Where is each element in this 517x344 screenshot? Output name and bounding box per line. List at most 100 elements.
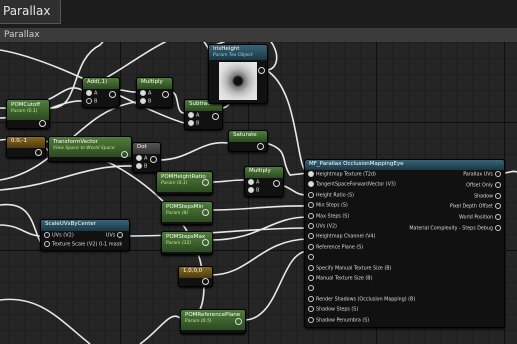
mf-input-pin[interactable]: UVs (V2) (308, 223, 337, 231)
mf-input-pin[interactable]: Render Shadows (Occlusion Mapping) (B) (308, 295, 415, 304)
mf-input-pin[interactable]: Min Steps (S) (308, 202, 348, 210)
wire (210, 179, 245, 183)
node-subtitle: Param Tex Object (213, 53, 253, 58)
pom-steps-max-param-node[interactable]: POMStepsMax Param (32) (161, 231, 213, 255)
output-pin[interactable] (235, 318, 242, 325)
node-title: POMStepsMin (166, 204, 204, 210)
pin-a[interactable]: A (136, 155, 147, 163)
pin-b[interactable]: B (248, 187, 259, 195)
constant-channel-node[interactable]: 1,0,0,0 (178, 266, 213, 287)
wire (502, 170, 517, 174)
tab-bar: Parallax (0, 0, 517, 28)
wire (210, 205, 309, 211)
output-pin[interactable] (109, 91, 116, 98)
wire (139, 315, 181, 344)
output-uvs[interactable]: UVs (106, 232, 125, 240)
output-pin[interactable] (202, 278, 209, 285)
mf-input-pin[interactable]: TangentSpaceForwardVector (V3) (308, 181, 396, 189)
output-pin[interactable] (273, 180, 280, 187)
node-title: 1,0,0,0 (179, 267, 212, 278)
pin-b[interactable]: B (136, 163, 147, 171)
output-pin[interactable] (39, 120, 46, 127)
wire (210, 238, 309, 276)
multiply-node-2[interactable]: Multiply A B (244, 166, 284, 197)
mf-input-pin[interactable]: Heightmap Texture (T2d) (308, 171, 376, 179)
node-subtitle: Param (0.1) (161, 181, 188, 186)
pom-height-ratio-param-node[interactable]: POMHeightRatio Param (0.1) (156, 171, 213, 195)
wire (0, 298, 91, 344)
node-title: Dot (133, 143, 160, 154)
mf-input-pin[interactable]: Shadow Penumbra (S) (308, 316, 369, 325)
mf-output-pin[interactable]: Parallax UVs (463, 171, 501, 179)
mf-input-pin[interactable] (308, 285, 316, 293)
pin-texture-scale[interactable]: Texture Scale (V2) 0-1 mask (44, 241, 122, 249)
constant-vector-node[interactable]: 0.0,-1 (6, 136, 46, 158)
pin-a[interactable]: A (248, 179, 259, 187)
pin-b[interactable]: B (86, 98, 97, 106)
pom-cutoff-param-node[interactable]: POMCutoff Param (0.1) (6, 99, 50, 129)
node-title: MF_Parallax OcclusionMappingEye (305, 160, 504, 170)
scale-uvs-by-center-node[interactable]: ScaleUVsByCenter UVs (V2) Texture Scale … (40, 219, 130, 251)
wire (158, 141, 229, 161)
node-title: POMCutoff (11, 102, 41, 108)
output-pin[interactable] (202, 239, 209, 246)
node-title: Saturate (229, 131, 267, 142)
pin-b[interactable]: B (140, 98, 151, 106)
material-graph-canvas[interactable]: Add(,1) A B Multiply A B Subtract A B Ir… (0, 0, 517, 344)
node-title: Add(,1) (83, 78, 119, 89)
node-title: TransformVector (53, 139, 98, 145)
output-pin[interactable] (150, 156, 157, 163)
node-title: POMReferencePlane (185, 312, 241, 318)
node-title: Multiply (245, 167, 283, 178)
pin-a[interactable]: A (86, 90, 97, 98)
node-subtitle: Param (0.1) (11, 109, 38, 114)
output-pin[interactable] (258, 67, 265, 74)
mf-input-pin[interactable]: Specify Manual Texture Size (B) (308, 264, 391, 273)
texture-preview (219, 62, 257, 100)
output-pin[interactable] (202, 179, 209, 186)
saturate-node[interactable]: Saturate (228, 130, 268, 152)
multiply-node[interactable]: Multiply A B (136, 77, 173, 108)
wire (243, 250, 309, 321)
output-pin[interactable] (257, 143, 264, 150)
mf-input-pin[interactable]: Heightmap Channel (V4) (308, 233, 375, 241)
material-function-call-node[interactable]: MF_Parallax OcclusionMappingEye Heightma… (304, 159, 505, 328)
wire (265, 69, 309, 174)
transform-vector-node[interactable]: TransformVector View Space to World Spac… (48, 136, 132, 162)
output-pin[interactable] (202, 209, 209, 216)
output-pin[interactable] (35, 149, 42, 156)
mf-input-pin[interactable]: Height Ratio (S) (308, 191, 354, 200)
pin-a[interactable]: A (140, 90, 151, 98)
mf-input-pin[interactable]: Shadow Steps (S) (308, 306, 358, 314)
mf-input-pin[interactable]: Max Steps (S) (308, 212, 349, 221)
node-subtitle: Param (0.5) (185, 319, 212, 324)
wire (127, 227, 309, 237)
breadcrumb: Parallax (0, 28, 517, 42)
node-title: POMStepsMax (166, 234, 206, 240)
add-node[interactable]: Add(,1) A B (82, 77, 120, 108)
output-pin[interactable] (212, 113, 219, 120)
tab-parallax[interactable]: Parallax (0, 0, 62, 24)
node-title: ScaleUVsByCenter (41, 220, 129, 231)
pom-steps-min-param-node[interactable]: POMStepsMin Param (8) (161, 201, 213, 225)
node-title: IrisHeight (213, 46, 240, 52)
iris-height-texture-node[interactable]: IrisHeight Param Tex Object (208, 44, 268, 104)
dot-product-node[interactable]: Dot A B (132, 142, 161, 173)
mf-output-pin[interactable]: Pixel Depth Offset (450, 203, 501, 211)
node-title: 0.0,-1 (7, 137, 45, 148)
pin-uvs[interactable]: UVs (V2) (44, 232, 74, 240)
output-pin[interactable] (121, 151, 128, 158)
mf-input-pin[interactable]: Manual Texture Size (B) (308, 275, 372, 283)
node-title: POMHeightRatio (161, 174, 206, 180)
mf-output-pin[interactable]: Shadow (474, 192, 501, 201)
mf-output-pin[interactable]: Material Complexity - Steps Debug (409, 225, 501, 233)
mf-input-pin[interactable] (308, 254, 316, 262)
mf-output-pin[interactable]: Offset Only (466, 181, 501, 190)
mf-output-pin[interactable]: World Position (459, 214, 501, 222)
wire (117, 89, 137, 93)
output-pin[interactable] (162, 91, 169, 98)
pin-b[interactable]: B (188, 120, 199, 128)
mf-input-pin[interactable]: Reference Plane (S) (308, 243, 363, 252)
pin-a[interactable]: A (188, 112, 199, 120)
pom-reference-plane-param-node[interactable]: POMReferencePlane Param (0.5) (180, 309, 246, 334)
